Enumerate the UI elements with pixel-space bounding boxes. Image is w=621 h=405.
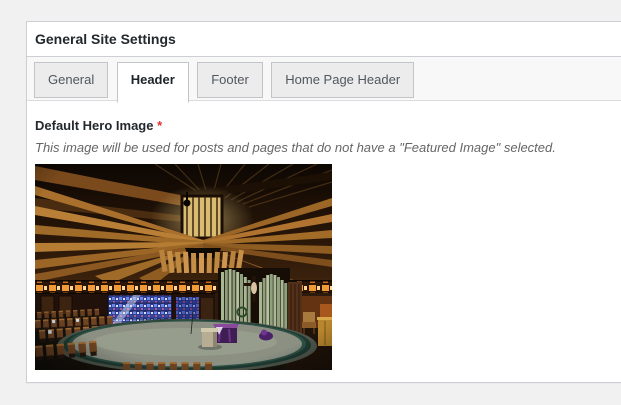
tab-header[interactable]: Header — [116, 62, 189, 103]
field-label-text: Default Hero Image — [35, 118, 154, 133]
field-description: This image will be used for posts and pa… — [35, 140, 556, 155]
tab-footer[interactable]: Footer — [197, 62, 263, 98]
required-asterisk: * — [157, 118, 163, 133]
image-preview-wrap — [35, 164, 621, 370]
tab-general[interactable]: General — [34, 62, 109, 98]
default-hero-image-preview[interactable] — [35, 164, 332, 370]
general-site-settings-panel: General Site Settings General Header Foo… — [26, 21, 621, 383]
tab-panel-header-content: Default Hero Image * This image will be … — [27, 101, 621, 384]
tab-home-page-header[interactable]: Home Page Header — [271, 62, 415, 98]
settings-panel-header: General Site Settings — [27, 22, 621, 57]
default-hero-image-label: Default Hero Image * — [35, 118, 621, 134]
settings-panel-title: General Site Settings — [35, 31, 176, 47]
settings-tab-bar: General Header Footer Home Page Header — [27, 57, 621, 103]
